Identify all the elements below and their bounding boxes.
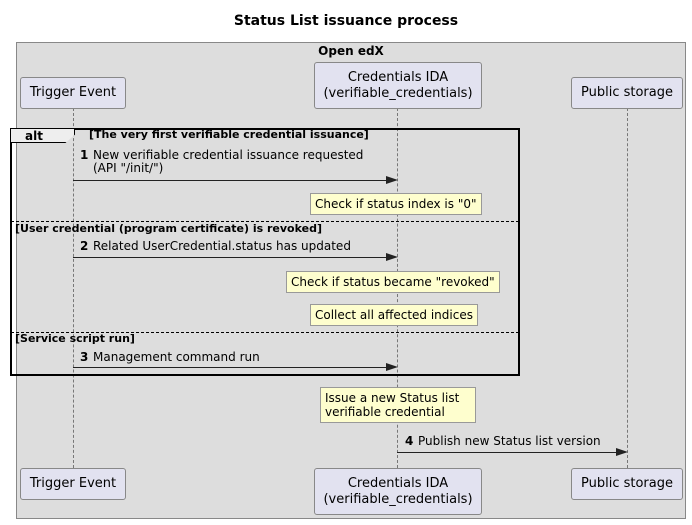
message-2-label: 2 — [80, 240, 88, 253]
participant-trigger-event-top[interactable]: Trigger Event — [20, 77, 126, 109]
message-4-label: 4 — [405, 435, 413, 448]
participant-credentials-ida-bottom[interactable]: Credentials IDA (verifiable_credentials) — [314, 468, 482, 515]
diagram-title: Status List issuance process — [233, 13, 459, 29]
arrowhead-icon — [386, 363, 398, 371]
arrowhead-icon — [616, 448, 628, 456]
message-2-arrow — [73, 257, 389, 258]
message-3-label: 3 — [80, 351, 88, 364]
participant-credentials-ida-top[interactable]: Credentials IDA (verifiable_credentials) — [314, 62, 482, 109]
alt-guard-2: [User credential (program certificate) i… — [15, 222, 322, 235]
participant-public-storage-top[interactable]: Public storage — [571, 77, 683, 109]
message-3-arrow — [73, 367, 389, 368]
alt-guard-3: [Service script run] — [15, 332, 135, 345]
participant-trigger-event-bottom[interactable]: Trigger Event — [20, 468, 126, 500]
message-4-arrow — [397, 452, 619, 453]
group-label: Open edX — [318, 44, 384, 58]
message-2-text: Related UserCredential.status has update… — [93, 239, 351, 253]
message-3-text: Management command run — [93, 350, 260, 364]
message-number: 1 — [80, 148, 89, 162]
alt-keyword-tab: alt — [11, 129, 75, 143]
note-collect-indices: Collect all affected indices — [310, 304, 478, 326]
message-4-text: Publish new Status list version — [418, 434, 601, 448]
message-number: 4 — [405, 434, 414, 448]
message-1-text: New verifiable credential issuance reque… — [93, 148, 364, 175]
alt-guard-1: [The very first verifiable credential is… — [89, 128, 369, 141]
message-1-arrow — [73, 180, 389, 181]
lifeline-public-storage — [627, 108, 628, 468]
arrowhead-icon — [386, 253, 398, 261]
message-number: 3 — [80, 350, 89, 364]
arrowhead-icon — [386, 176, 398, 184]
participant-public-storage-bottom[interactable]: Public storage — [571, 468, 683, 500]
message-1-label: 1 — [80, 149, 88, 162]
note-check-revoked: Check if status became "revoked" — [286, 271, 500, 293]
note-check-status-index: Check if status index is "0" — [310, 193, 482, 215]
message-number: 2 — [80, 239, 89, 253]
note-issue-status-list: Issue a new Status list verifiable crede… — [320, 387, 476, 423]
